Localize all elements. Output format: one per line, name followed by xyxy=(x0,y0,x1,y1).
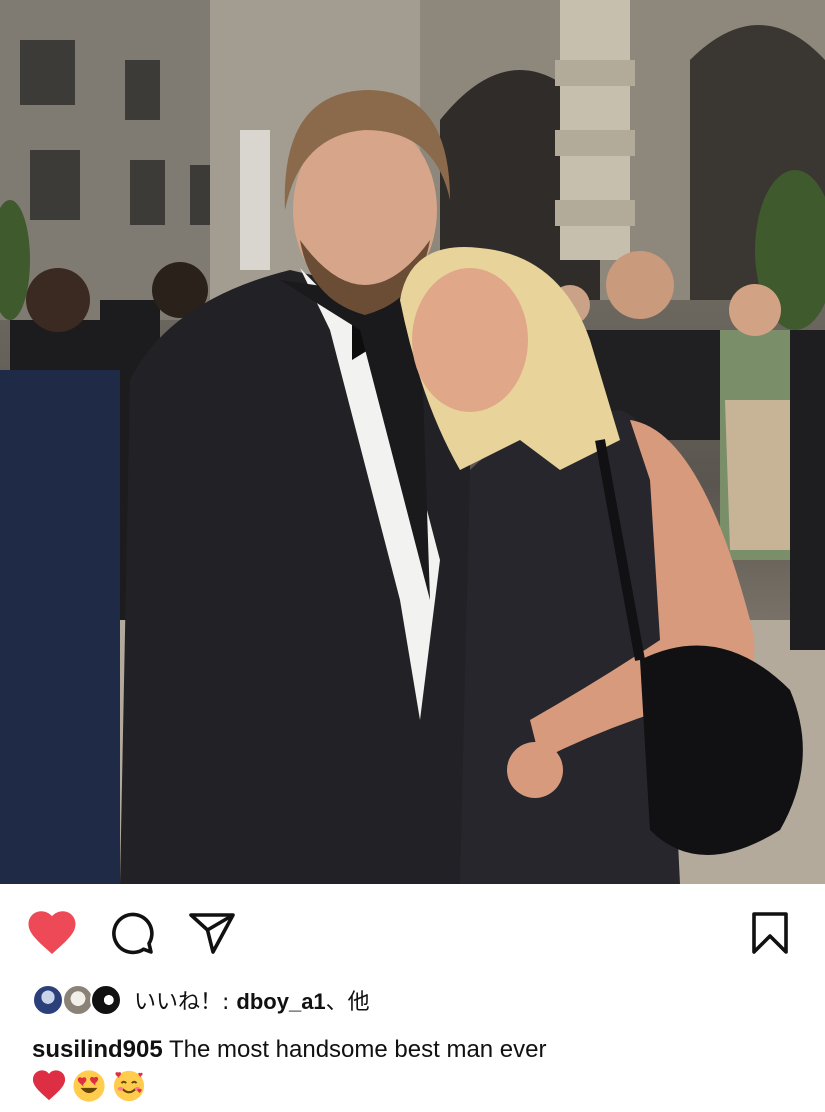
caption-emojis xyxy=(32,1068,146,1104)
post-photo[interactable] xyxy=(0,0,825,884)
bookmark-icon xyxy=(752,912,788,954)
likes-prefix: いいね！: xyxy=(134,990,237,1015)
heart-eyes-emoji xyxy=(73,1070,105,1102)
comment-bubble-icon xyxy=(112,912,154,955)
caption-username-link[interactable]: susilind905 xyxy=(32,1036,163,1063)
paper-plane-icon xyxy=(189,913,235,954)
share-button[interactable] xyxy=(186,908,238,958)
post-caption: susilind905 The most handsome best man e… xyxy=(32,1034,802,1066)
avatar xyxy=(32,984,64,1016)
liker-avatars[interactable] xyxy=(32,982,122,1018)
heart-filled-icon xyxy=(28,911,76,954)
post-photo-illustration xyxy=(0,0,825,884)
caption-text: The most handsome best man ever xyxy=(162,1036,547,1063)
like-button[interactable] xyxy=(24,906,80,958)
avatar xyxy=(90,984,122,1016)
likes-text: いいね！: dboy_a1、他 xyxy=(134,984,370,1016)
likes-suffix: 、他 xyxy=(325,990,370,1015)
save-button[interactable] xyxy=(746,908,794,958)
post-action-bar xyxy=(0,884,825,980)
comment-button[interactable] xyxy=(106,908,158,958)
likes-summary[interactable]: いいね！: dboy_a1、他 xyxy=(32,980,370,1020)
red-heart-emoji xyxy=(32,1070,66,1101)
liker-username-link[interactable]: dboy_a1 xyxy=(236,989,325,1014)
smiling-face-with-hearts-emoji xyxy=(113,1070,145,1102)
